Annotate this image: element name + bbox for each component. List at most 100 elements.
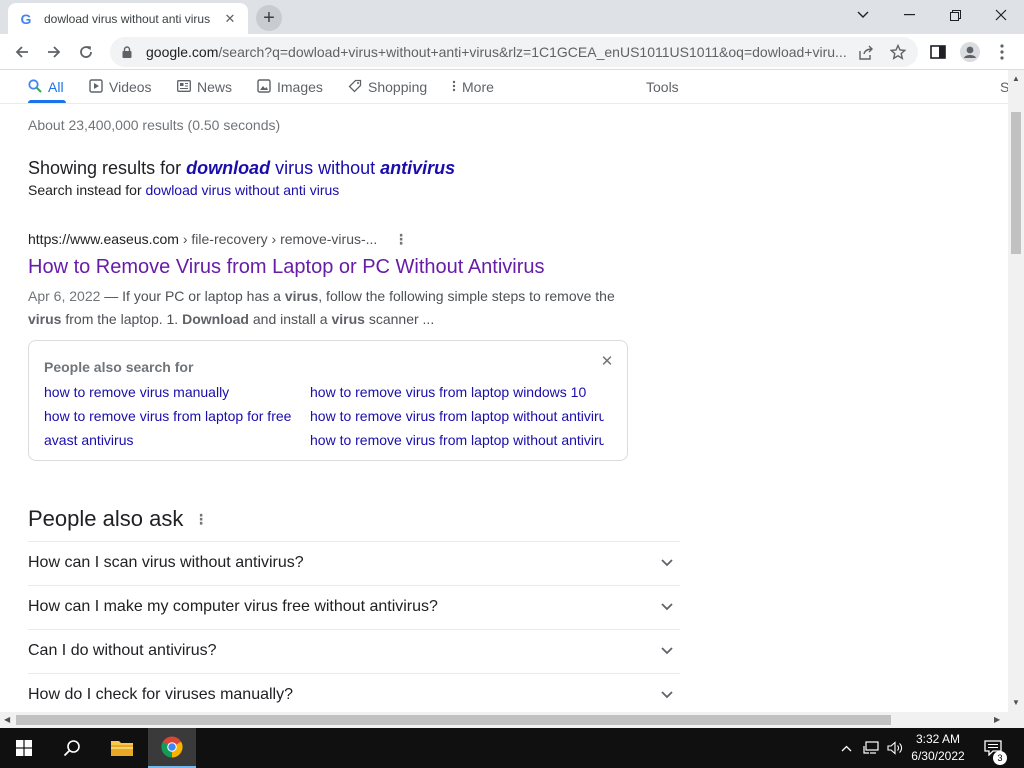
lock-icon[interactable] (120, 45, 134, 59)
paa-question[interactable]: How can I scan virus without antivirus? (28, 541, 680, 585)
tab-more-label: More (462, 79, 494, 95)
tag-icon (348, 79, 362, 96)
related-search-link[interactable]: how to remove virus from laptop windows … (310, 384, 604, 400)
close-icon[interactable]: ✕ (599, 353, 615, 370)
file-explorer-icon[interactable] (98, 728, 146, 768)
corrected-query-link[interactable]: download virus without antivirus (186, 158, 455, 178)
horizontal-scrollbar[interactable]: ◀ ▶ (0, 712, 1024, 728)
paa-question-text: How can I scan virus without antivirus? (28, 554, 304, 571)
chevron-down-icon (658, 554, 676, 572)
kebab-menu-icon[interactable] (988, 38, 1016, 66)
chrome-icon[interactable] (148, 728, 196, 768)
forward-arrow-icon[interactable] (40, 38, 68, 66)
tab-shopping[interactable]: Shopping (348, 72, 427, 102)
google-favicon-icon: G (20, 10, 32, 27)
tab-cut-off-label[interactable]: S (1000, 72, 1008, 102)
tab-videos-label: Videos (109, 79, 152, 95)
tab-news[interactable]: News (177, 72, 232, 102)
paa-question-text: How can I make my computer virus free wi… (28, 598, 438, 615)
cite-path: › file-recovery › remove-virus-... (178, 231, 378, 247)
paa-question[interactable]: How do I check for viruses manually? (28, 673, 680, 712)
related-search-link[interactable]: how to remove virus manually (44, 384, 304, 400)
new-tab-button[interactable]: + (256, 5, 282, 31)
related-search-link[interactable]: avast antivirus (44, 432, 304, 448)
tab-images-label: Images (277, 79, 323, 95)
paa-question[interactable]: Can I do without antivirus? (28, 629, 680, 673)
result-snippet: Apr 6, 2022 — If your PC or laptop has a… (28, 285, 628, 331)
search-icon[interactable] (48, 728, 96, 768)
corrected-word-1: download (186, 158, 271, 178)
scroll-up-icon[interactable]: ▲ (1012, 74, 1020, 83)
windows-start-icon[interactable] (0, 728, 48, 768)
clock-time: 3:32 AM (915, 732, 961, 746)
reload-icon[interactable] (72, 38, 100, 66)
snippet-part: — If your PC or laptop has a (100, 288, 285, 304)
url-text: google.com/search?q=dowload+virus+withou… (146, 44, 852, 60)
result-date: Apr 6, 2022 (28, 288, 101, 304)
tab-search-icon[interactable] (840, 0, 886, 30)
share-icon[interactable] (856, 42, 876, 62)
clock-date: 6/30/2022 (911, 749, 965, 763)
tab-more[interactable]: More (452, 72, 494, 102)
showing-results-for: Showing results for download virus witho… (28, 158, 455, 179)
result-options-icon[interactable]: ⋮ (394, 230, 408, 248)
paa-question-text: Can I do without antivirus? (28, 642, 217, 659)
snippet-part: and install a (248, 311, 332, 327)
tab-strip: G dowload virus without anti virus ✕ + (0, 0, 1024, 34)
image-icon (257, 78, 271, 96)
news-icon (177, 79, 191, 95)
browser-toolbar: google.com/search?q=dowload+virus+withou… (0, 34, 1024, 70)
result-cite[interactable]: https://www.easeus.com › file-recovery ›… (28, 231, 377, 247)
more-dots-icon (452, 80, 456, 95)
search-icon (28, 78, 42, 96)
search-tabs: All Videos News Images Shopping More Too… (0, 70, 1008, 104)
people-also-ask-options-icon[interactable]: ⋮ (194, 510, 208, 528)
restore-icon[interactable] (932, 0, 978, 30)
tools-button[interactable]: Tools (646, 72, 679, 102)
chevron-up-icon[interactable] (836, 728, 856, 768)
back-arrow-icon[interactable] (8, 38, 36, 66)
active-tab-indicator (28, 100, 66, 103)
snippet-bold: Download (182, 311, 249, 327)
people-also-search-box: People also search for ✕ how to remove v… (28, 340, 628, 461)
system-clock[interactable]: 3:32 AM 6/30/2022 (906, 731, 970, 765)
scroll-right-icon[interactable]: ▶ (994, 715, 1000, 724)
result-title-link[interactable]: How to Remove Virus from Laptop or PC Wi… (28, 256, 545, 279)
url-path: /search?q=dowload+virus+without+anti+vir… (218, 44, 847, 60)
vertical-scrollbar[interactable]: ▲ ▼ (1008, 70, 1024, 712)
horizontal-scroll-thumb[interactable] (16, 715, 891, 725)
snippet-bold: virus (28, 311, 62, 327)
close-window-icon[interactable] (978, 0, 1024, 30)
showing-prefix: Showing results for (28, 158, 187, 178)
related-search-link[interactable]: how to remove virus from laptop without … (310, 408, 604, 424)
minimize-icon[interactable] (886, 0, 932, 30)
scroll-left-icon[interactable]: ◀ (4, 715, 10, 724)
windows-taskbar: 3:32 AM 6/30/2022 3 (0, 728, 1024, 768)
snippet-part: , follow the following simple steps to r… (318, 288, 615, 304)
tab-videos[interactable]: Videos (89, 72, 152, 102)
address-bar[interactable]: google.com/search?q=dowload+virus+withou… (110, 37, 918, 67)
paa-question[interactable]: How can I make my computer virus free wi… (28, 585, 680, 629)
related-search-link[interactable]: how to remove virus from laptop without … (310, 432, 604, 448)
close-tab-icon[interactable]: ✕ (222, 11, 238, 27)
star-icon[interactable] (888, 42, 908, 62)
chevron-down-icon (658, 642, 676, 660)
tab-all[interactable]: All (28, 72, 64, 102)
tab-images[interactable]: Images (257, 72, 323, 102)
original-query-link[interactable]: dowload virus without anti virus (146, 182, 340, 198)
side-panel-icon[interactable] (924, 38, 952, 66)
cite-host: https://www.easeus.com (28, 231, 179, 247)
vertical-scroll-thumb[interactable] (1011, 112, 1021, 254)
network-icon[interactable] (860, 728, 882, 768)
instead-prefix: Search instead for (28, 182, 146, 198)
browser-tab[interactable]: G dowload virus without anti virus ✕ (8, 3, 248, 34)
scroll-down-icon[interactable]: ▼ (1012, 698, 1020, 707)
search-instead: Search instead for dowload virus without… (28, 182, 339, 198)
tab-all-label: All (48, 79, 64, 95)
related-search-link[interactable]: how to remove virus from laptop for free (44, 408, 304, 424)
profile-icon[interactable] (956, 38, 984, 66)
notification-count-badge: 3 (993, 751, 1007, 765)
volume-icon[interactable] (884, 728, 906, 768)
screen: G dowload virus without anti virus ✕ + g… (0, 0, 1024, 768)
people-also-search-title: People also search for (44, 359, 194, 375)
